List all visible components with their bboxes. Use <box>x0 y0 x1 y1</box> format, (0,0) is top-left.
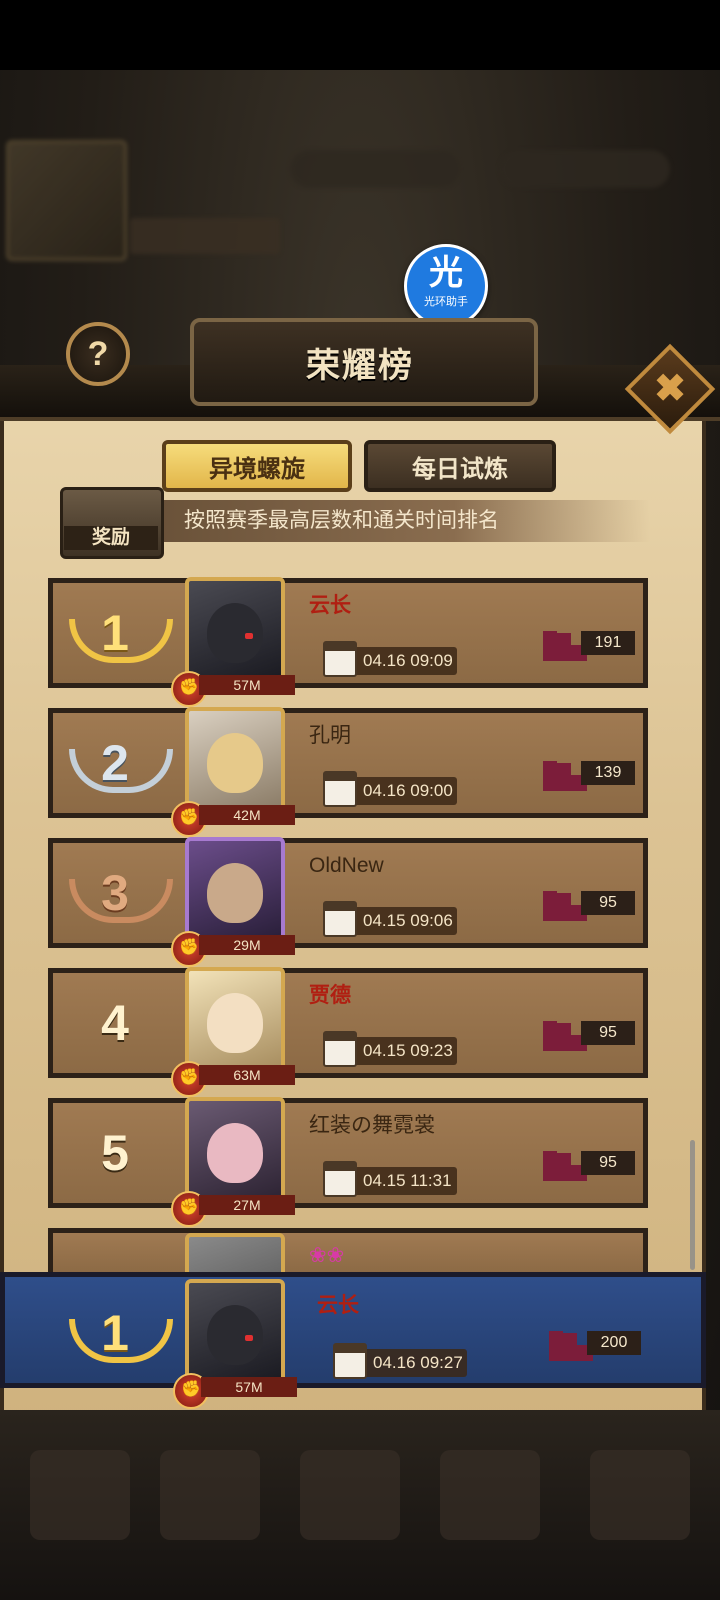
player-name: ❀❀ <box>309 1244 345 1267</box>
help-button[interactable]: ? <box>66 322 130 386</box>
power-value: 57M <box>201 1377 297 1397</box>
nav-item[interactable] <box>160 1450 260 1540</box>
calendar-icon <box>323 1161 357 1197</box>
hero-face <box>207 1123 263 1183</box>
floor-value: 95 <box>581 891 635 915</box>
nav-item[interactable] <box>300 1450 400 1540</box>
calendar-icon <box>323 641 357 677</box>
rank-medal: 2 <box>53 713 177 813</box>
floor-indicator: 95 <box>543 1011 635 1051</box>
power-value: 42M <box>199 805 295 825</box>
avatar[interactable] <box>185 1279 285 1383</box>
clear-time-text: 04.16 09:09 <box>363 651 453 670</box>
rank-number: 2 <box>101 735 129 791</box>
floor-indicator: 191 <box>543 621 635 661</box>
status-bar <box>0 0 720 70</box>
assist-logo-glyph: 光 <box>429 254 463 292</box>
nav-item[interactable] <box>440 1450 540 1540</box>
calendar-icon <box>333 1343 367 1379</box>
floor-value: 95 <box>581 1021 635 1045</box>
floor-value: 200 <box>587 1331 641 1355</box>
player-name: 孔明 <box>309 724 351 747</box>
nav-item[interactable] <box>590 1450 690 1540</box>
avatar[interactable] <box>185 967 285 1071</box>
hero-face <box>207 993 263 1053</box>
leaderboard-row[interactable]: 4 ✊ 63M 贾德 04.15 09:23 95 <box>48 967 648 1097</box>
power-value: 27M <box>199 1195 295 1215</box>
clear-time: 04.15 11:31 <box>323 1161 457 1197</box>
leaderboard-row[interactable]: ❀❀ <box>48 1228 648 1278</box>
rank-number: 1 <box>101 1305 129 1361</box>
rank-cell: 4 <box>53 973 177 1073</box>
clear-time-text: 04.15 11:31 <box>363 1171 452 1190</box>
tab-daily-trial[interactable]: 每日试炼 <box>364 440 556 492</box>
close-icon[interactable]: ✖ <box>638 357 702 421</box>
clear-time: 04.15 09:23 <box>323 1031 457 1067</box>
hero-eye <box>245 633 253 639</box>
power-value: 57M <box>199 675 295 695</box>
clear-time-text: 04.16 09:27 <box>373 1353 463 1372</box>
clear-time: 04.15 09:06 <box>323 901 457 937</box>
avatar[interactable] <box>185 837 285 941</box>
power-value: 29M <box>199 935 295 955</box>
hero-face <box>207 603 263 663</box>
clear-time-text: 04.16 09:00 <box>363 781 453 800</box>
self-rank-row[interactable]: 1 ✊ 57M 云长 04.16 09:27 200 <box>0 1272 706 1409</box>
leaderboard-row[interactable]: 3 ✊ 29M OldNew 04.15 09:06 95 <box>48 837 648 967</box>
floor-indicator: 200 <box>549 1321 641 1361</box>
nav-item[interactable] <box>30 1450 130 1540</box>
player-name: 红装の舞霓裳 <box>309 1114 435 1137</box>
rank-number: 4 <box>101 995 129 1051</box>
calendar-icon <box>323 901 357 937</box>
player-name: OldNew <box>309 854 384 877</box>
power-value: 63M <box>199 1065 295 1085</box>
rank-medal: 1 <box>53 1283 177 1383</box>
clear-time-text: 04.15 09:23 <box>363 1041 453 1060</box>
hero-face <box>207 1305 263 1365</box>
player-name: 贾德 <box>309 984 351 1007</box>
clear-time-text: 04.15 09:06 <box>363 911 453 930</box>
rank-number: 5 <box>101 1125 129 1181</box>
reward-button-label[interactable]: 奖励 <box>64 526 158 550</box>
assist-app-logo[interactable]: 光 光环助手 <box>404 244 488 328</box>
floor-value: 95 <box>581 1151 635 1175</box>
calendar-icon <box>323 1031 357 1067</box>
leaderboard-row[interactable]: 5 ✊ 27M 红装の舞霓裳 04.15 11:31 95 <box>48 1097 648 1227</box>
rank-description: 按照赛季最高层数和通关时间排名 <box>184 509 499 532</box>
hero-face <box>207 863 263 923</box>
rank-number: 3 <box>101 865 129 921</box>
page-title: 荣耀榜 <box>306 347 414 385</box>
avatar[interactable] <box>185 707 285 811</box>
avatar[interactable] <box>185 1097 285 1201</box>
rank-medal: 3 <box>53 843 177 943</box>
leaderboard-row[interactable]: 1 ✊ 57M 云长 04.16 09:09 191 <box>48 577 648 707</box>
calendar-icon <box>323 771 357 807</box>
rank-medal: 1 <box>53 583 177 683</box>
rank-number: 1 <box>101 605 129 661</box>
clear-time: 04.16 09:27 <box>333 1343 467 1379</box>
assist-logo-label: 光环助手 <box>424 296 468 308</box>
floor-indicator: 139 <box>543 751 635 791</box>
rank-cell: 5 <box>53 1103 177 1203</box>
gold-counter-bg <box>290 150 460 188</box>
tab-spiral[interactable]: 异境螺旋 <box>162 440 352 492</box>
player-portrait-bg <box>6 140 127 261</box>
player-name: 云长 <box>317 1294 359 1317</box>
hero-face <box>207 733 263 793</box>
list-scrollbar[interactable] <box>690 1140 695 1270</box>
avatar[interactable] <box>185 577 285 681</box>
gem-counter-bg <box>500 150 670 188</box>
floor-value: 139 <box>581 761 635 785</box>
floor-value: 191 <box>581 631 635 655</box>
floor-indicator: 95 <box>543 1141 635 1181</box>
power-counter-bg <box>130 218 280 254</box>
hero-eye <box>245 1335 253 1341</box>
clear-time: 04.16 09:09 <box>323 641 457 677</box>
leaderboard-row[interactable]: 2 ✊ 42M 孔明 04.16 09:00 139 <box>48 707 648 837</box>
player-name: 云长 <box>309 594 351 617</box>
floor-indicator: 95 <box>543 881 635 921</box>
clear-time: 04.16 09:00 <box>323 771 457 807</box>
